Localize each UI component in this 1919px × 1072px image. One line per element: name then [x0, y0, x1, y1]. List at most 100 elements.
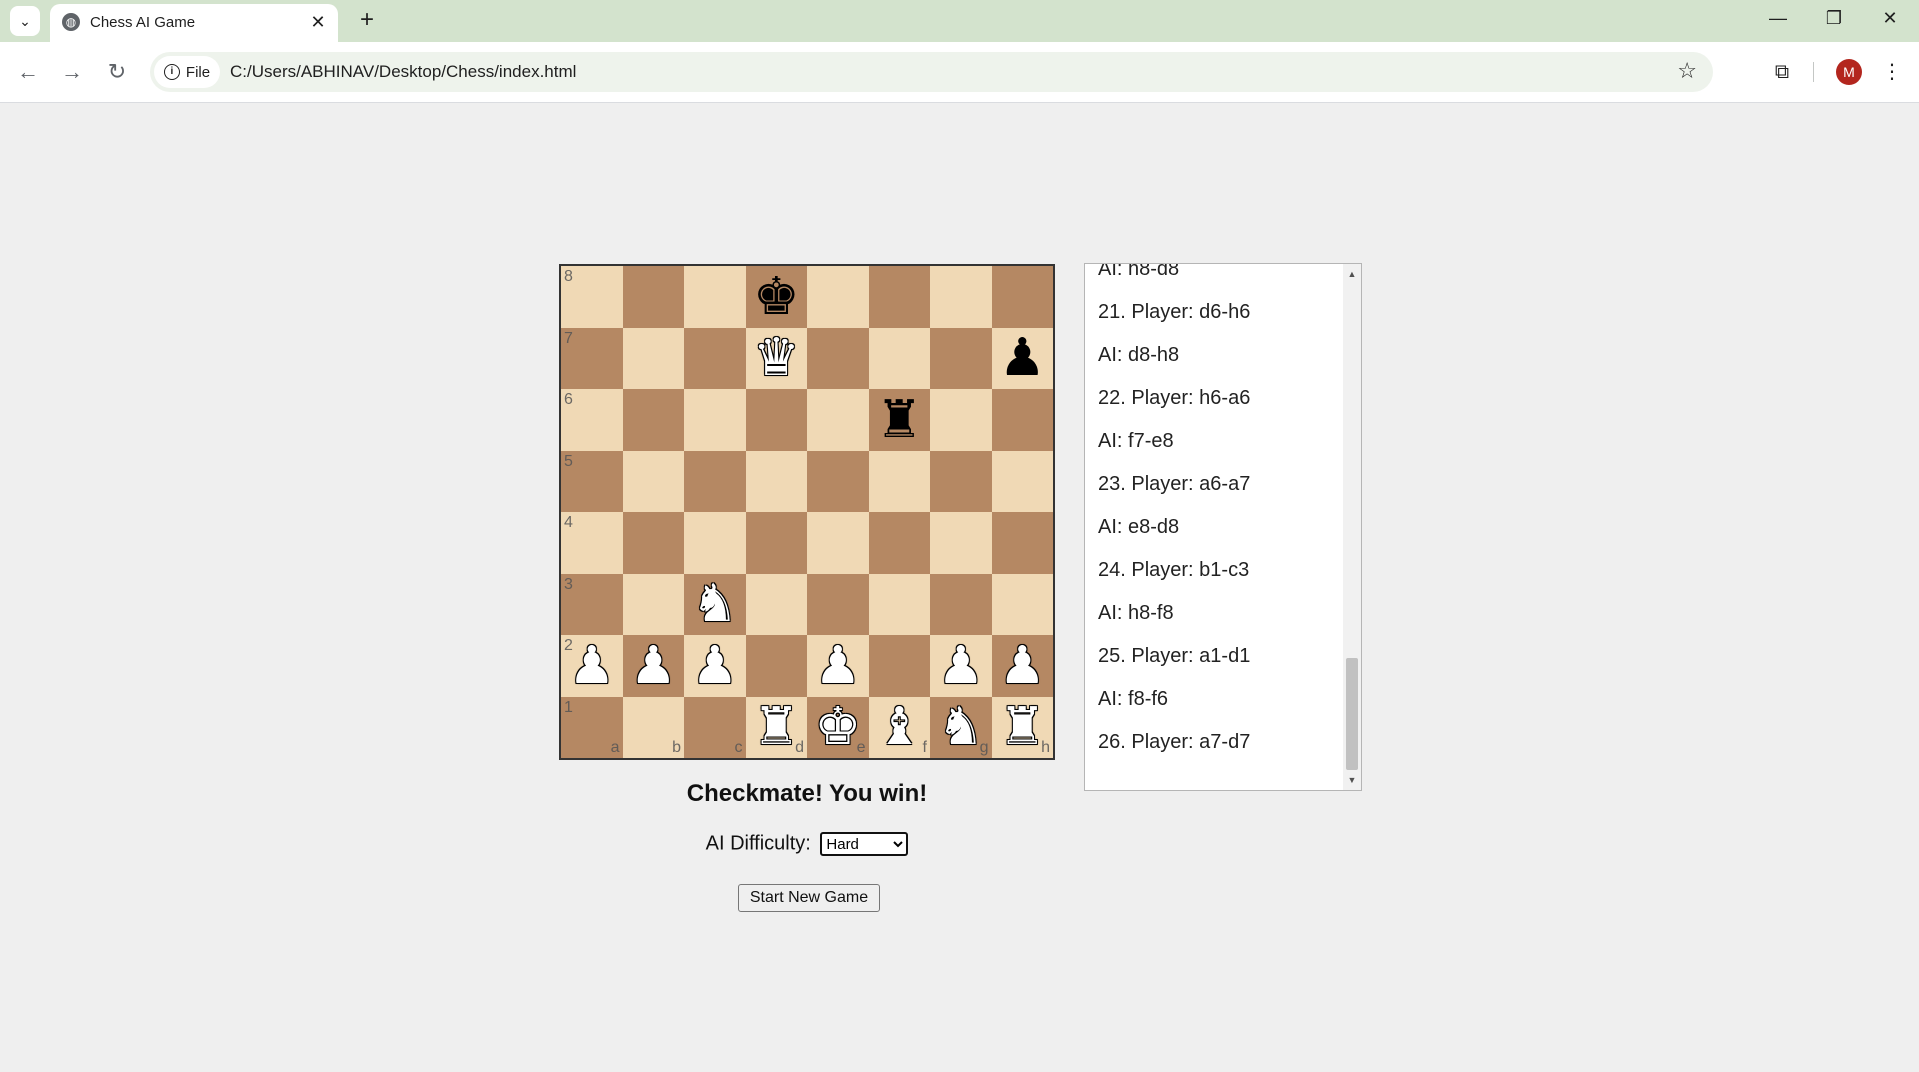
square-c5[interactable]	[684, 450, 746, 512]
start-new-game-button[interactable]: Start New Game	[738, 884, 880, 912]
square-c1[interactable]: c	[684, 696, 746, 758]
square-b5[interactable]	[622, 450, 684, 512]
restore-icon[interactable]: ❐	[1806, 0, 1862, 36]
square-b4[interactable]	[622, 512, 684, 574]
square-a4[interactable]: 4	[561, 512, 623, 574]
more-menu-icon[interactable]: ⋮	[1876, 56, 1908, 88]
extensions-puzzle-icon[interactable]: ⧉	[1766, 56, 1798, 88]
back-arrow-icon[interactable]: ←	[12, 56, 44, 88]
white-piece-e1[interactable]: ♚	[814, 701, 861, 753]
tab-search-chevron-icon[interactable]: ⌄	[10, 6, 40, 36]
square-a1[interactable]: 1a	[561, 696, 623, 758]
scroll-up-arrow-icon[interactable]: ▲	[1343, 266, 1361, 282]
square-e2[interactable]: ♟	[807, 635, 869, 697]
white-piece-f1[interactable]: ♝	[876, 701, 923, 753]
square-d2[interactable]	[745, 635, 807, 697]
square-f3[interactable]	[868, 573, 930, 635]
move-log-scrollbar[interactable]: ▲ ▼	[1343, 264, 1361, 790]
square-a5[interactable]: 5	[561, 450, 623, 512]
minimize-icon[interactable]: —	[1750, 0, 1806, 36]
square-f1[interactable]: f ♝	[868, 696, 930, 758]
white-piece-h1[interactable]: ♜	[999, 701, 1046, 753]
white-piece-d7[interactable]: ♛	[753, 332, 800, 384]
square-g6[interactable]	[930, 389, 992, 451]
square-d6[interactable]	[745, 389, 807, 451]
window-close-icon[interactable]: ✕	[1862, 0, 1918, 36]
tab-close-icon[interactable]: ✕	[306, 10, 330, 34]
square-g3[interactable]	[930, 573, 992, 635]
square-h3[interactable]	[991, 573, 1053, 635]
white-piece-c2[interactable]: ♟	[691, 640, 738, 692]
url-text[interactable]: C:/Users/ABHINAV/Desktop/Chess/index.htm…	[230, 62, 576, 82]
square-e8[interactable]	[807, 266, 869, 328]
square-h4[interactable]	[991, 512, 1053, 574]
square-e3[interactable]	[807, 573, 869, 635]
square-h7[interactable]: ♟	[991, 327, 1053, 389]
forward-arrow-icon[interactable]: →	[56, 56, 88, 88]
square-e5[interactable]	[807, 450, 869, 512]
address-bar[interactable]: i File C:/Users/ABHINAV/Desktop/Chess/in…	[150, 52, 1713, 92]
square-a8[interactable]: 8	[561, 266, 623, 328]
white-piece-d1[interactable]: ♜	[753, 701, 800, 753]
square-b6[interactable]	[622, 389, 684, 451]
white-piece-e2[interactable]: ♟	[814, 640, 861, 692]
square-e1[interactable]: e ♚	[807, 696, 869, 758]
black-piece-f6[interactable]: ♜	[876, 394, 923, 446]
square-d7[interactable]: ♛	[745, 327, 807, 389]
square-d8[interactable]: ♚	[745, 266, 807, 328]
white-piece-h2[interactable]: ♟	[999, 640, 1046, 692]
square-c4[interactable]	[684, 512, 746, 574]
white-piece-g1[interactable]: ♞	[937, 701, 984, 753]
square-g2[interactable]: ♟	[930, 635, 992, 697]
square-c8[interactable]	[684, 266, 746, 328]
bookmark-star-icon[interactable]: ☆	[1677, 58, 1697, 84]
square-e6[interactable]	[807, 389, 869, 451]
square-g1[interactable]: g ♞	[930, 696, 992, 758]
black-piece-d8[interactable]: ♚	[753, 271, 800, 323]
site-info-chip[interactable]: i File	[154, 56, 220, 88]
square-f2[interactable]	[868, 635, 930, 697]
square-d3[interactable]	[745, 573, 807, 635]
black-piece-h7[interactable]: ♟	[999, 332, 1046, 384]
square-f4[interactable]	[868, 512, 930, 574]
square-b3[interactable]	[622, 573, 684, 635]
new-tab-plus-icon[interactable]: +	[352, 5, 382, 35]
square-h8[interactable]	[991, 266, 1053, 328]
square-a7[interactable]: 7	[561, 327, 623, 389]
square-g4[interactable]	[930, 512, 992, 574]
square-g5[interactable]	[930, 450, 992, 512]
scroll-down-arrow-icon[interactable]: ▼	[1343, 772, 1361, 788]
square-b2[interactable]: ♟	[622, 635, 684, 697]
square-g8[interactable]	[930, 266, 992, 328]
square-f7[interactable]	[868, 327, 930, 389]
square-f5[interactable]	[868, 450, 930, 512]
square-e7[interactable]	[807, 327, 869, 389]
white-piece-c3[interactable]: ♞	[691, 578, 738, 630]
square-a2[interactable]: 2 ♟	[561, 635, 623, 697]
square-c6[interactable]	[684, 389, 746, 451]
white-piece-a2[interactable]: ♟	[568, 640, 615, 692]
active-tab[interactable]: ◍ Chess AI Game ✕	[50, 4, 338, 42]
square-b8[interactable]	[622, 266, 684, 328]
profile-avatar[interactable]: M	[1836, 59, 1862, 85]
square-g7[interactable]	[930, 327, 992, 389]
square-h6[interactable]	[991, 389, 1053, 451]
square-b1[interactable]: b	[622, 696, 684, 758]
square-d1[interactable]: d ♜	[745, 696, 807, 758]
square-a6[interactable]: 6	[561, 389, 623, 451]
square-e4[interactable]	[807, 512, 869, 574]
difficulty-select[interactable]: Hard	[820, 832, 909, 856]
scroll-thumb[interactable]	[1346, 658, 1358, 770]
square-c2[interactable]: ♟	[684, 635, 746, 697]
square-b7[interactable]	[622, 327, 684, 389]
move-log-panel[interactable]: AI: h8-d8 21. Player: d6-h6 AI: d8-h8 22. P…	[1084, 263, 1362, 791]
square-f8[interactable]	[868, 266, 930, 328]
white-piece-b2[interactable]: ♟	[630, 640, 677, 692]
square-a3[interactable]: 3	[561, 573, 623, 635]
white-piece-g2[interactable]: ♟	[937, 640, 984, 692]
square-c7[interactable]	[684, 327, 746, 389]
square-d4[interactable]	[745, 512, 807, 574]
square-c3[interactable]: ♞	[684, 573, 746, 635]
square-d5[interactable]	[745, 450, 807, 512]
square-h1[interactable]: h ♜	[991, 696, 1053, 758]
